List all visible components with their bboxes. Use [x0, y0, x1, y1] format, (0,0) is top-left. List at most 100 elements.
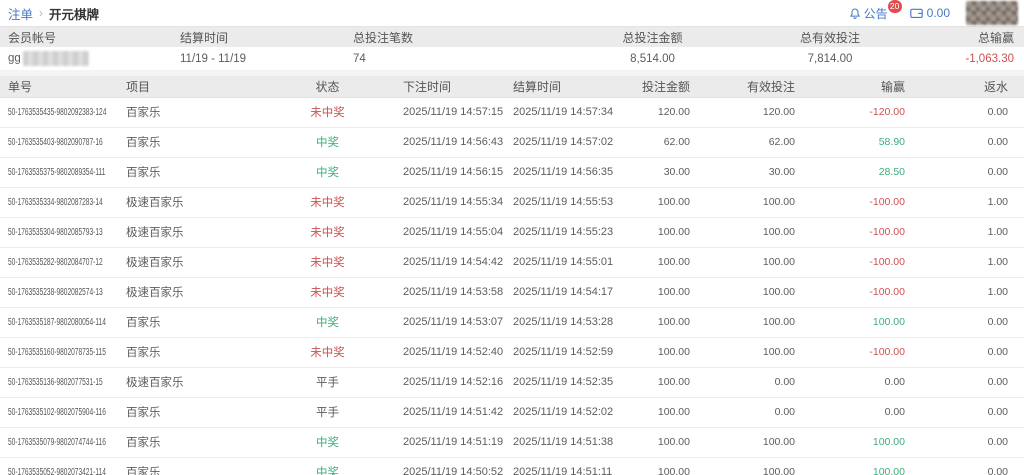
- header-status: 状态: [260, 76, 395, 98]
- bet-amount: 100.00: [615, 217, 700, 248]
- bet-time: 2025/11/19 14:53:07: [395, 307, 505, 338]
- settle-time: 2025/11/19 14:51:38: [505, 427, 615, 458]
- settle-time: 2025/11/19 14:52:35: [505, 367, 615, 398]
- game-name: 百家乐: [118, 427, 260, 458]
- bell-icon: [849, 7, 861, 20]
- settle-time: 2025/11/19 14:53:28: [505, 307, 615, 338]
- header-settle-time: 结算时间: [505, 76, 615, 98]
- order-id: 50-1763535136-9802077531-15: [8, 376, 103, 388]
- game-name: 极速百家乐: [118, 277, 260, 308]
- header-winloss: 输赢: [805, 76, 915, 98]
- status-badge: 平手: [260, 367, 395, 398]
- order-id: 50-1763535238-9802082574-13: [8, 286, 103, 298]
- winloss-value: 0.00: [805, 367, 915, 398]
- status-badge: 中奖: [260, 157, 395, 188]
- winloss-value: 0.00: [805, 397, 915, 428]
- winloss-value: -120.00: [805, 97, 915, 128]
- settle-time: 2025/11/19 14:57:02: [505, 127, 615, 158]
- valid-bet: 100.00: [700, 247, 805, 278]
- total-bet-amount: 8,514.00: [560, 47, 745, 70]
- summary-header-account: 会员帐号: [0, 27, 172, 47]
- rebate-value: 1.00: [915, 217, 1024, 248]
- table-row: 50-1763535052-9802073421-114 百家乐 中奖 2025…: [0, 457, 1024, 475]
- status-badge: 中奖: [260, 127, 395, 158]
- valid-bet: 100.00: [700, 307, 805, 338]
- table-row: 50-1763535403-9802090787-16 百家乐 中奖 2025/…: [0, 127, 1024, 158]
- rebate-value: 0.00: [915, 127, 1024, 158]
- bet-time: 2025/11/19 14:52:40: [395, 337, 505, 368]
- header-bet-amount: 投注金额: [615, 76, 700, 98]
- summary-header-total-count: 总投注笔数: [345, 27, 560, 47]
- order-id: 50-1763535304-9802085793-13: [8, 226, 103, 238]
- status-badge: 未中奖: [260, 337, 395, 368]
- winloss-value: -100.00: [805, 247, 915, 278]
- status-badge: 未中奖: [260, 247, 395, 278]
- game-name: 百家乐: [118, 307, 260, 338]
- table-row: 50-1763535160-9802078735-115 百家乐 未中奖 202…: [0, 337, 1024, 368]
- summary-header-total-amount: 总投注金额: [560, 27, 745, 47]
- balance-value: 0.00: [926, 6, 950, 20]
- rebate-value: 0.00: [915, 337, 1024, 368]
- summary-header-total-winloss: 总输赢: [915, 27, 1024, 47]
- table-row: 50-1763535334-9802087283-14 极速百家乐 未中奖 20…: [0, 187, 1024, 218]
- valid-bet: 0.00: [700, 397, 805, 428]
- table-row: 50-1763535079-9802074744-116 百家乐 中奖 2025…: [0, 427, 1024, 458]
- bet-amount: 100.00: [615, 337, 700, 368]
- announcement-button[interactable]: 公告 20: [849, 0, 902, 22]
- bet-table: 单号 项目 状态 下注时间 结算时间 投注金额 有效投注 输赢 返水 50-17…: [0, 76, 1024, 475]
- settle-time: 2025/11/19 14:54:17: [505, 277, 615, 308]
- bet-amount: 100.00: [615, 187, 700, 218]
- summary-header-total-valid: 总有效投注: [745, 27, 915, 47]
- game-name: 百家乐: [118, 157, 260, 188]
- total-bet-count: 74: [345, 47, 560, 70]
- bet-time: 2025/11/19 14:55:34: [395, 187, 505, 218]
- game-name: 百家乐: [118, 397, 260, 428]
- table-row: 50-1763535435-9802092383-124 百家乐 未中奖 202…: [0, 97, 1024, 128]
- game-name: 百家乐: [118, 97, 260, 128]
- page-title: 开元棋牌: [49, 7, 100, 22]
- settle-time: 2025/11/19 14:55:53: [505, 187, 615, 218]
- table-row: 50-1763535187-9802080054-114 百家乐 中奖 2025…: [0, 307, 1024, 338]
- game-name: 百家乐: [118, 457, 260, 475]
- settle-time: 2025/11/19 14:52:02: [505, 397, 615, 428]
- bet-amount: 100.00: [615, 277, 700, 308]
- bet-time: 2025/11/19 14:57:15: [395, 97, 505, 128]
- user-avatar[interactable]: [966, 1, 1018, 25]
- summary-header-row: 会员帐号 结算时间 总投注笔数 总投注金额 总有效投注 总输赢: [0, 27, 1024, 47]
- rebate-value: 0.00: [915, 457, 1024, 475]
- bet-amount: 30.00: [615, 157, 700, 188]
- balance-button[interactable]: 0.00: [909, 6, 950, 20]
- breadcrumb-link-orders[interactable]: 注单: [8, 4, 33, 23]
- breadcrumb-separator: ›: [39, 6, 44, 20]
- valid-bet: 30.00: [700, 157, 805, 188]
- valid-bet: 100.00: [700, 217, 805, 248]
- settle-time: 2025/11/19 14:57:34: [505, 97, 615, 128]
- game-name: 极速百家乐: [118, 217, 260, 248]
- bet-table-body: 50-1763535435-9802092383-124 百家乐 未中奖 202…: [0, 97, 1024, 475]
- winloss-value: 28.50: [805, 157, 915, 188]
- header-rebate: 返水: [915, 76, 1024, 98]
- status-badge: 中奖: [260, 307, 395, 338]
- bet-amount: 100.00: [615, 457, 700, 475]
- table-row: 50-1763535304-9802085793-13 极速百家乐 未中奖 20…: [0, 217, 1024, 248]
- valid-bet: 0.00: [700, 367, 805, 398]
- game-name: 极速百家乐: [118, 367, 260, 398]
- status-badge: 平手: [260, 397, 395, 428]
- bet-table-header-row: 单号 项目 状态 下注时间 结算时间 投注金额 有效投注 输赢 返水: [0, 76, 1024, 98]
- bet-time: 2025/11/19 14:52:16: [395, 367, 505, 398]
- bet-time: 2025/11/19 14:51:42: [395, 397, 505, 428]
- winloss-value: 100.00: [805, 427, 915, 458]
- winloss-value: -100.00: [805, 217, 915, 248]
- valid-bet: 100.00: [700, 337, 805, 368]
- breadcrumb: 注单 › 开元棋牌: [8, 4, 99, 23]
- summary-value-row: gg 11/19 - 11/19 74 8,514.00 7,814.00 -1…: [0, 47, 1024, 70]
- order-id: 50-1763535187-9802080054-114: [8, 316, 106, 328]
- bet-time: 2025/11/19 14:56:43: [395, 127, 505, 158]
- table-row: 50-1763535136-9802077531-15 极速百家乐 平手 202…: [0, 367, 1024, 398]
- bet-time: 2025/11/19 14:54:42: [395, 247, 505, 278]
- order-id: 50-1763535334-9802087283-14: [8, 196, 103, 208]
- bet-amount: 120.00: [615, 97, 700, 128]
- settle-period: 11/19 - 11/19: [172, 47, 345, 70]
- order-id: 50-1763535375-9802089354-111: [8, 166, 106, 178]
- rebate-value: 0.00: [915, 367, 1024, 398]
